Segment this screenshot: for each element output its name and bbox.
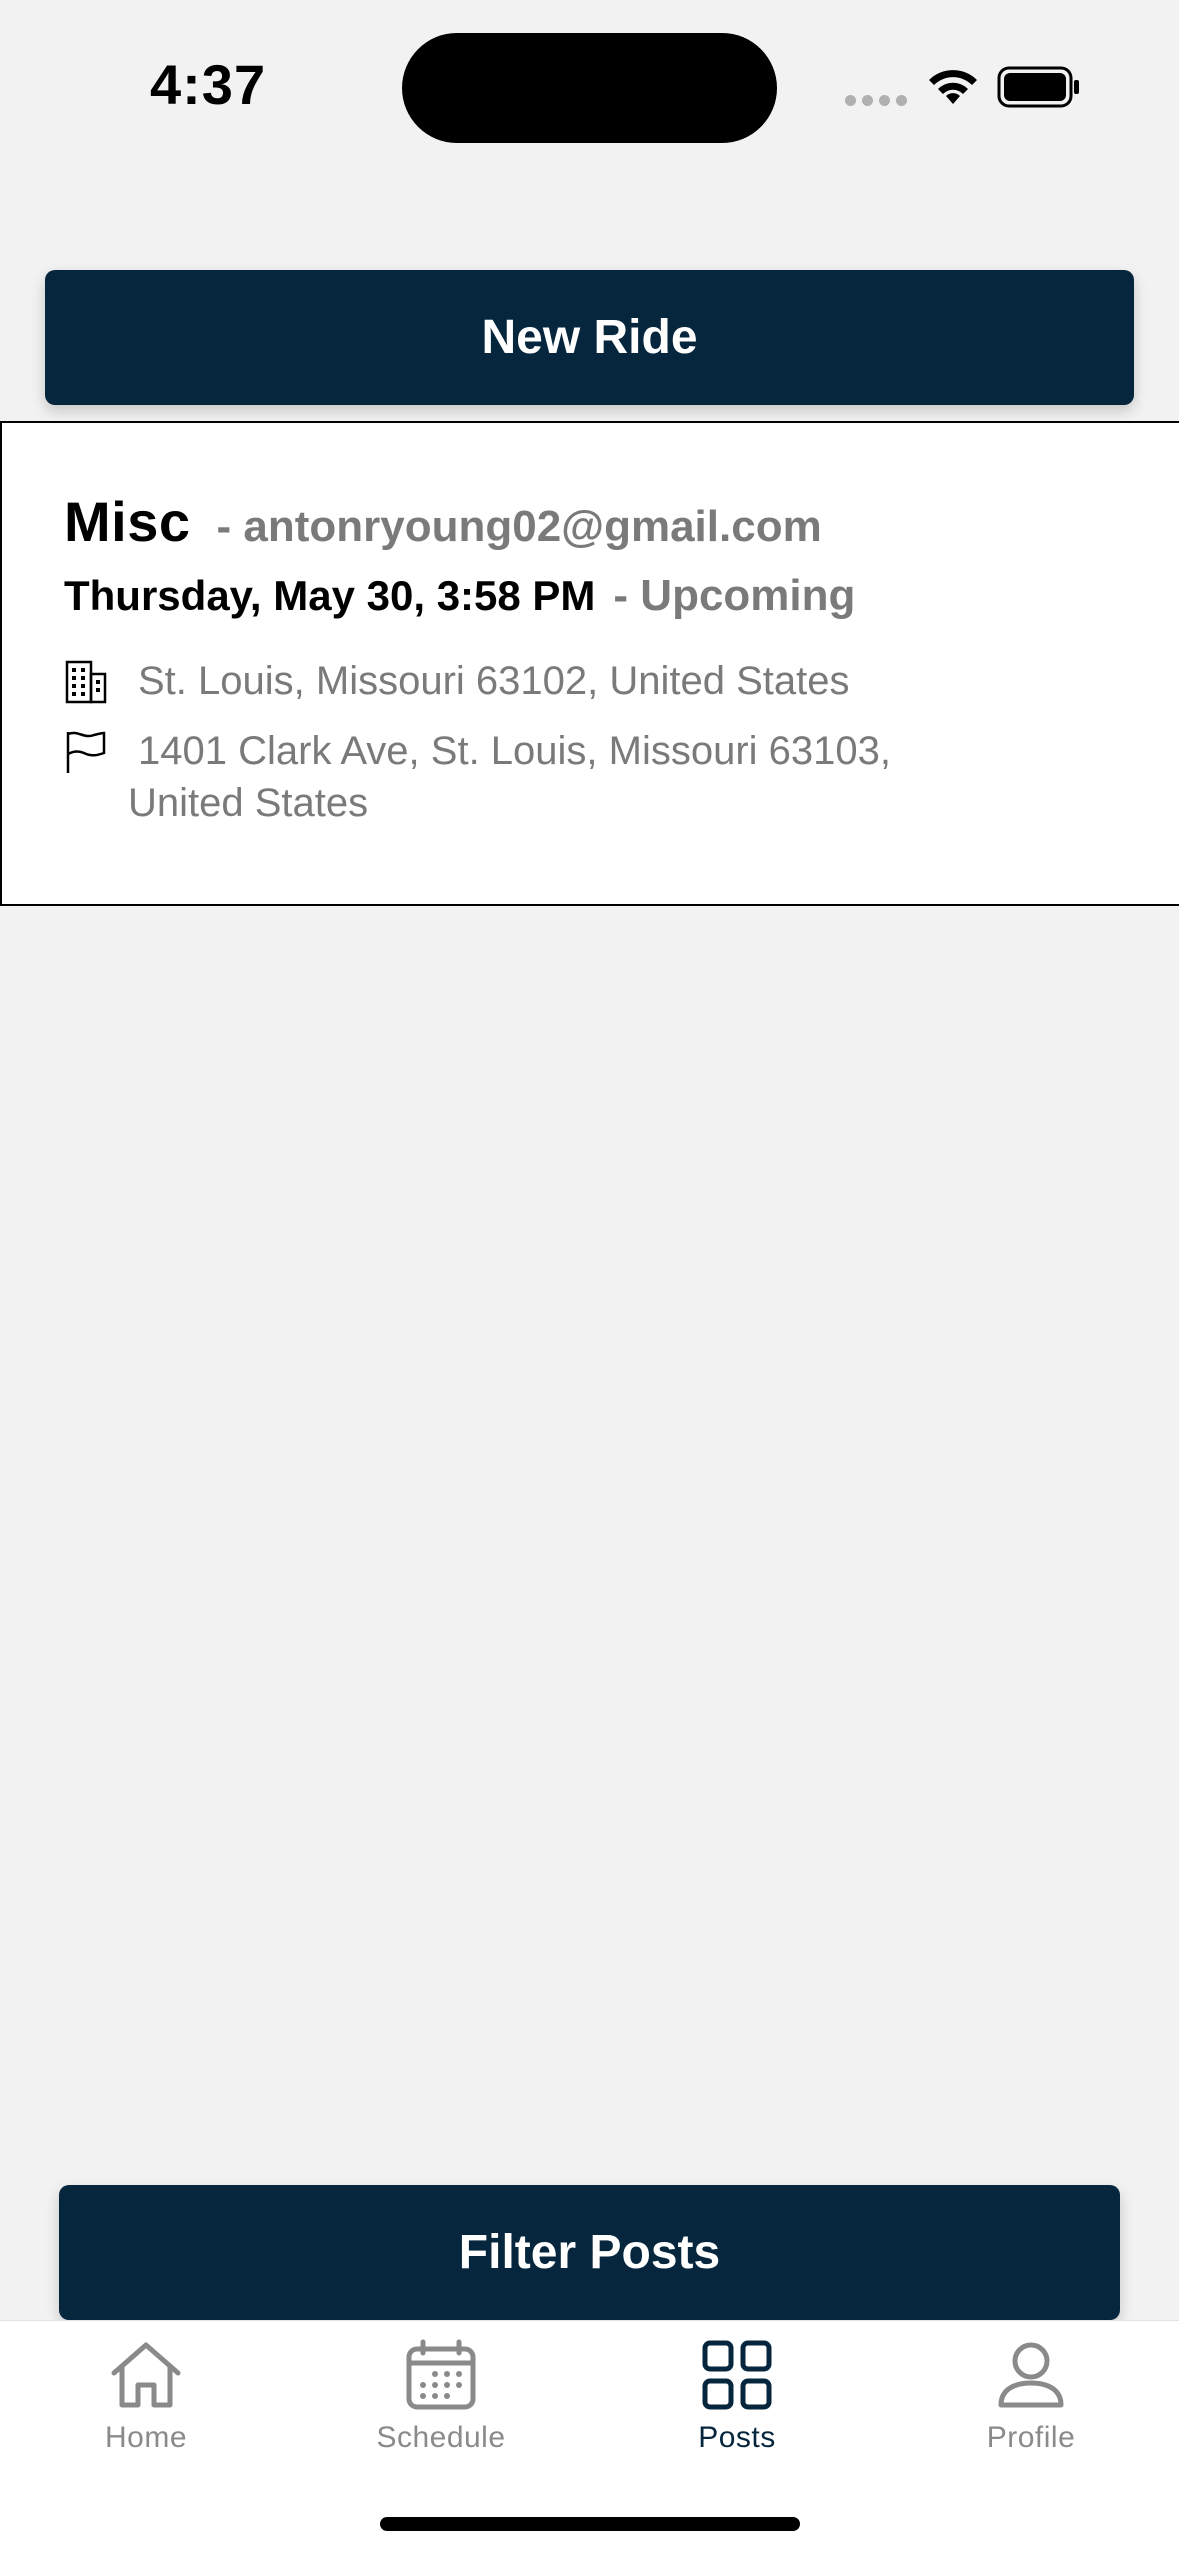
tab-profile[interactable]: Profile (931, 2339, 1131, 2455)
tab-schedule-label: Schedule (376, 2421, 506, 2454)
tab-profile-label: Profile (986, 2421, 1076, 2454)
tab-posts-label: Posts (698, 2421, 776, 2454)
filter-posts-button[interactable]: Filter Posts (59, 2185, 1120, 2320)
pickup-address-text: St. Louis, Missouri 63102, United States (138, 659, 850, 703)
ride-title-row: Misc - antonryoung02@gmail.com (64, 489, 822, 554)
filter-posts-button-label: Filter Posts (458, 2226, 721, 2279)
building-icon (65, 660, 107, 704)
dropoff-address-line2: United States (128, 781, 369, 825)
ride-category: Misc (64, 490, 191, 553)
wifi-icon (929, 70, 977, 104)
ride-card[interactable]: Misc - antonryoung02@gmail.com Thursday,… (0, 421, 1179, 906)
ride-email: - antonryoung02@gmail.com (216, 502, 822, 551)
home-icon (111, 2342, 181, 2408)
home-indicator (380, 2517, 800, 2531)
pickup-address: St. Louis, Missouri 63102, United States (64, 655, 1124, 707)
ride-date-row: Thursday, May 30, 3:58 PM - Upcoming (64, 571, 855, 621)
ride-date: Thursday, May 30, 3:58 PM (64, 572, 596, 619)
dynamic-island (402, 33, 777, 143)
dropoff-address-line1: 1401 Clark Ave, St. Louis, Missouri 6310… (138, 729, 892, 773)
calendar-icon (406, 2339, 476, 2410)
tab-schedule[interactable]: Schedule (341, 2339, 541, 2455)
new-ride-button[interactable]: New Ride (45, 270, 1134, 405)
new-ride-button-label: New Ride (481, 311, 698, 364)
signal-dots-icon (845, 95, 907, 106)
status-bar: 4:37 (0, 0, 1179, 180)
person-icon (998, 2342, 1064, 2408)
dropoff-address: 1401 Clark Ave, St. Louis, Missouri 6310… (64, 725, 1124, 829)
grid-icon (702, 2340, 772, 2410)
tab-home-label: Home (104, 2421, 188, 2454)
flag-icon (66, 731, 106, 773)
tab-posts[interactable]: Posts (637, 2339, 837, 2455)
ride-status: - Upcoming (613, 571, 856, 620)
status-time: 4:37 (150, 53, 267, 116)
tab-home[interactable]: Home (46, 2339, 246, 2455)
battery-icon (997, 66, 1079, 108)
